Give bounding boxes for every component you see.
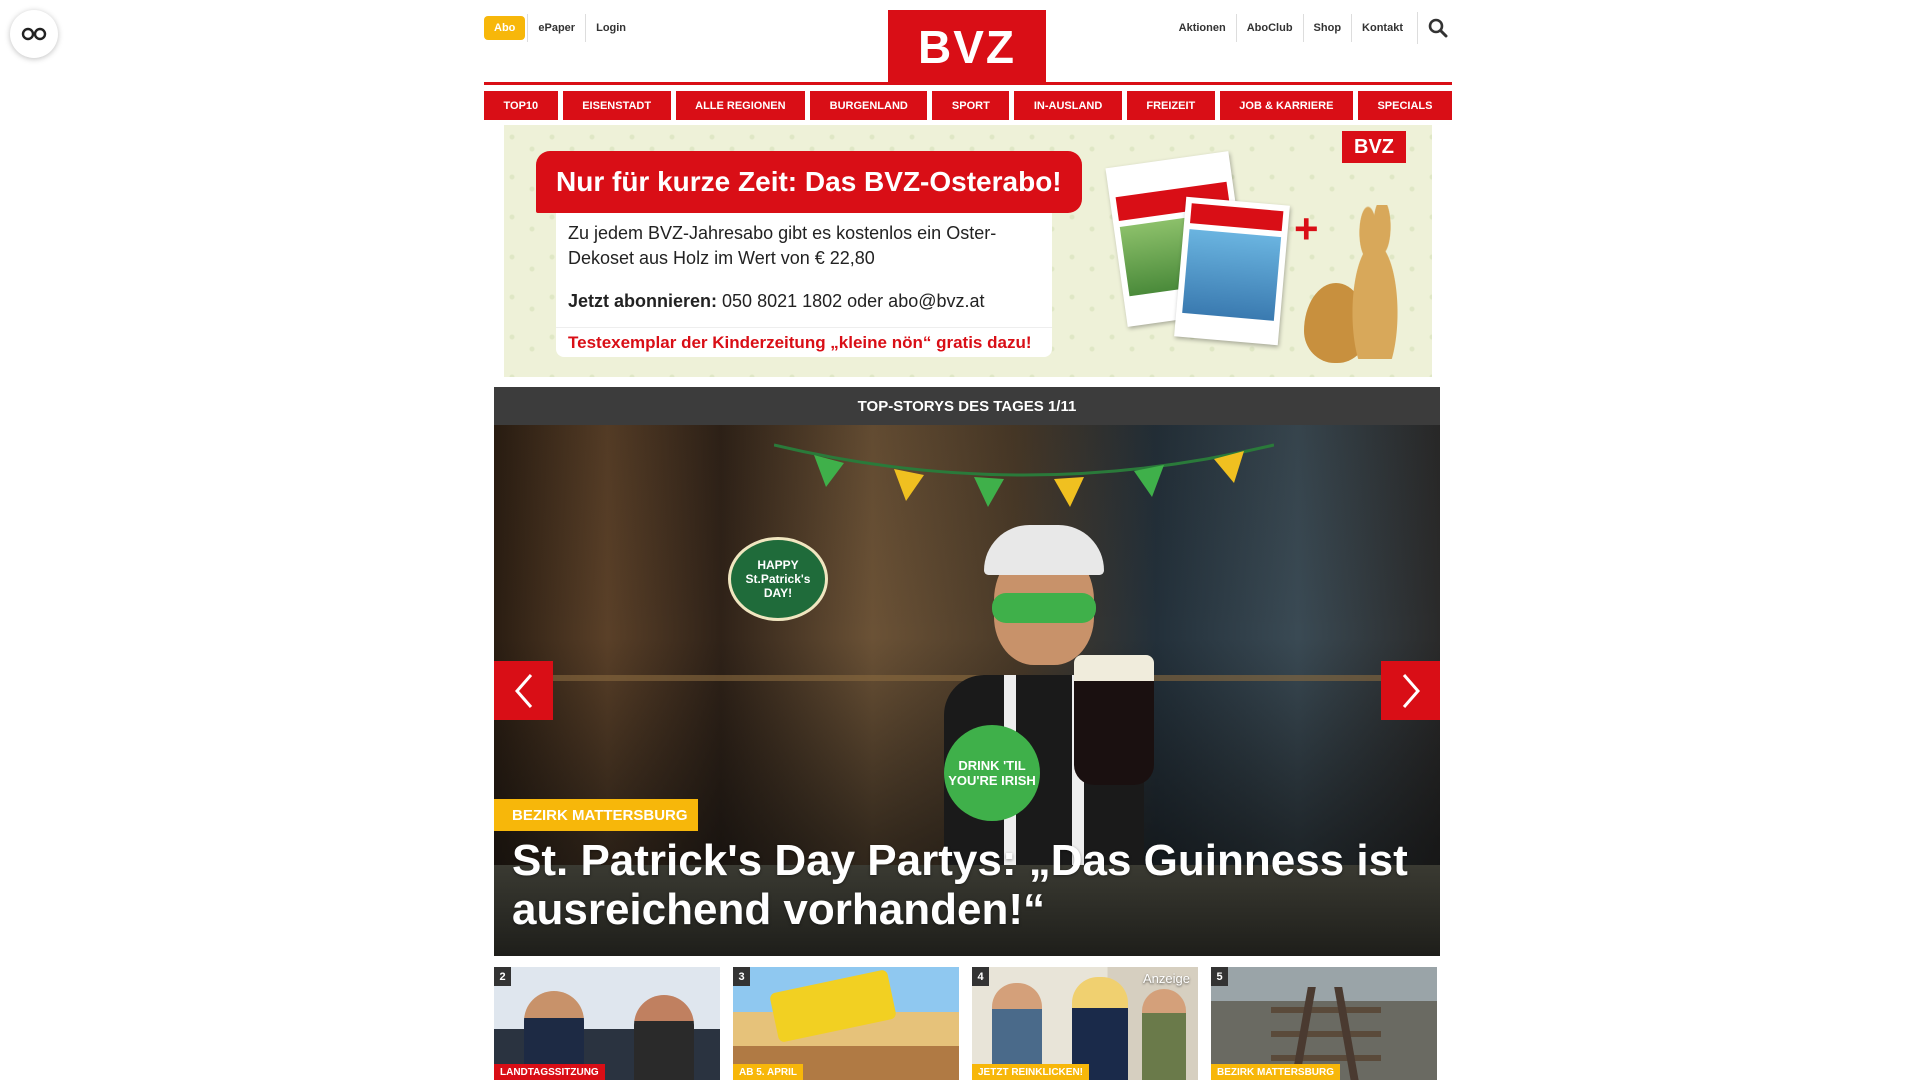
banner-kinderzeitung-strip: Testexemplar der Kinderzeitung „kleine n… <box>556 327 1052 357</box>
nav-item-burgenland[interactable]: BURGENLAND <box>810 91 928 120</box>
slider-prev-button[interactable] <box>494 661 553 720</box>
osterabo-banner-ad[interactable]: Nur für kurze Zeit: Das BVZ-Osterabo! Zu… <box>504 125 1432 377</box>
nav-item-specials[interactable]: SPECIALS <box>1357 91 1453 120</box>
drink-irish-sign: DRINK 'TIL YOU'RE IRISH <box>944 725 1040 821</box>
bvz-logo[interactable]: BVZ <box>888 10 1046 84</box>
nav-item-top10[interactable]: TOP10 <box>484 91 558 120</box>
aktionen-link[interactable]: Aktionen <box>1169 14 1236 42</box>
banner-cta: Jetzt abonnieren: 050 8021 1802 oder abo… <box>568 291 985 312</box>
header-left-links: Abo ePaper Login <box>484 14 636 42</box>
glasses-icon <box>21 27 47 41</box>
kinderzeitung-image <box>1174 196 1290 346</box>
teaser-card[interactable]: 5 BEZIRK MATTERSBURG <box>1211 967 1437 1080</box>
story-teaser-row: 2 LANDTAGSSITZUNG 3 AB 5. APRIL 4 Anzeig… <box>494 967 1440 1080</box>
header-right-links: Aktionen AboClub Shop Kontakt <box>1169 12 1452 44</box>
banner-cta-contact: 050 8021 1802 oder abo@bvz.at <box>717 291 985 311</box>
photo-garland <box>774 443 1274 507</box>
accessibility-button[interactable] <box>10 10 58 58</box>
banner-bvz-logo: BVZ <box>1342 131 1406 163</box>
teaser-ad-label: Anzeige <box>1143 971 1190 986</box>
teaser-photo <box>634 995 694 1080</box>
top-story-slide[interactable]: HAPPY St.Patrick's DAY! DRINK 'TIL YOU'R… <box>494 425 1440 956</box>
nav-item-job-karriere[interactable]: JOB & KARRIERE <box>1219 91 1353 120</box>
nav-item-in-ausland[interactable]: IN-AUSLAND <box>1014 91 1122 120</box>
nav-item-sport[interactable]: SPORT <box>932 91 1010 120</box>
nav-item-eisenstadt[interactable]: EISENSTADT <box>562 91 671 120</box>
aboclub-link[interactable]: AboClub <box>1235 14 1303 42</box>
banner-cta-bold: Jetzt abonnieren: <box>568 291 718 311</box>
abo-button[interactable]: Abo <box>484 16 526 40</box>
banner-description: Zu jedem BVZ-Jahresabo gibt es kostenlos… <box>568 223 997 268</box>
search-icon[interactable] <box>1417 12 1452 44</box>
teaser-card[interactable]: 4 Anzeige JETZT REINKLICKEN! <box>972 967 1198 1080</box>
shop-link[interactable]: Shop <box>1302 14 1352 42</box>
teaser-photo <box>1271 1031 1381 1037</box>
nav-item-freizeit[interactable]: FREIZEIT <box>1126 91 1215 120</box>
guinness-glass <box>1074 655 1154 785</box>
wooden-bunny-image <box>1340 205 1410 359</box>
teaser-photo <box>1271 1007 1381 1013</box>
site-header: Abo ePaper Login BVZ Aktionen AboClub Sh… <box>484 0 1452 86</box>
teaser-tag: JETZT REINKLICKEN! <box>972 1064 1089 1080</box>
epaper-link[interactable]: ePaper <box>527 14 585 42</box>
teaser-number: 2 <box>494 967 511 986</box>
banner-headline: Nur für kurze Zeit: Das BVZ-Osterabo! <box>536 151 1082 213</box>
slider-next-button[interactable] <box>1381 661 1440 720</box>
teaser-tag: LANDTAGSSITZUNG <box>494 1064 605 1080</box>
teaser-tag: BEZIRK MATTERSBURG <box>1211 1064 1341 1080</box>
chevron-right-icon <box>1402 673 1420 708</box>
teaser-photo <box>769 969 897 1043</box>
story-category-badge[interactable]: BEZIRK MATTERSBURG <box>494 799 698 831</box>
nav-item-alle-regionen[interactable]: ALLE REGIONEN <box>675 91 806 120</box>
page: Abo ePaper Login BVZ Aktionen AboClub Sh… <box>0 0 1920 1080</box>
teaser-number: 5 <box>1211 967 1228 986</box>
kontakt-link[interactable]: Kontakt <box>1351 14 1413 42</box>
chevron-left-icon <box>514 673 532 708</box>
login-link[interactable]: Login <box>585 14 636 42</box>
banner-plus-sign: + <box>1294 205 1319 252</box>
teaser-photo <box>1271 1055 1381 1061</box>
header-divider <box>484 82 1452 85</box>
teaser-card[interactable]: 3 AB 5. APRIL <box>733 967 959 1080</box>
teaser-number: 4 <box>972 967 989 986</box>
teaser-card[interactable]: 2 LANDTAGSSITZUNG <box>494 967 720 1080</box>
main-nav: TOP10 EISENSTADT ALLE REGIONEN BURGENLAN… <box>484 91 1453 120</box>
teaser-tag: AB 5. APRIL <box>733 1064 803 1080</box>
teaser-number: 3 <box>733 967 750 986</box>
top-stories-heading: TOP-STORYS DES TAGES 1/11 <box>494 387 1440 425</box>
story-headline[interactable]: St. Patrick's Day Partys: „Das Guinness … <box>512 836 1412 934</box>
happy-st-patricks-sign: HAPPY St.Patrick's DAY! <box>728 537 828 621</box>
teaser-photo <box>1142 989 1186 1080</box>
